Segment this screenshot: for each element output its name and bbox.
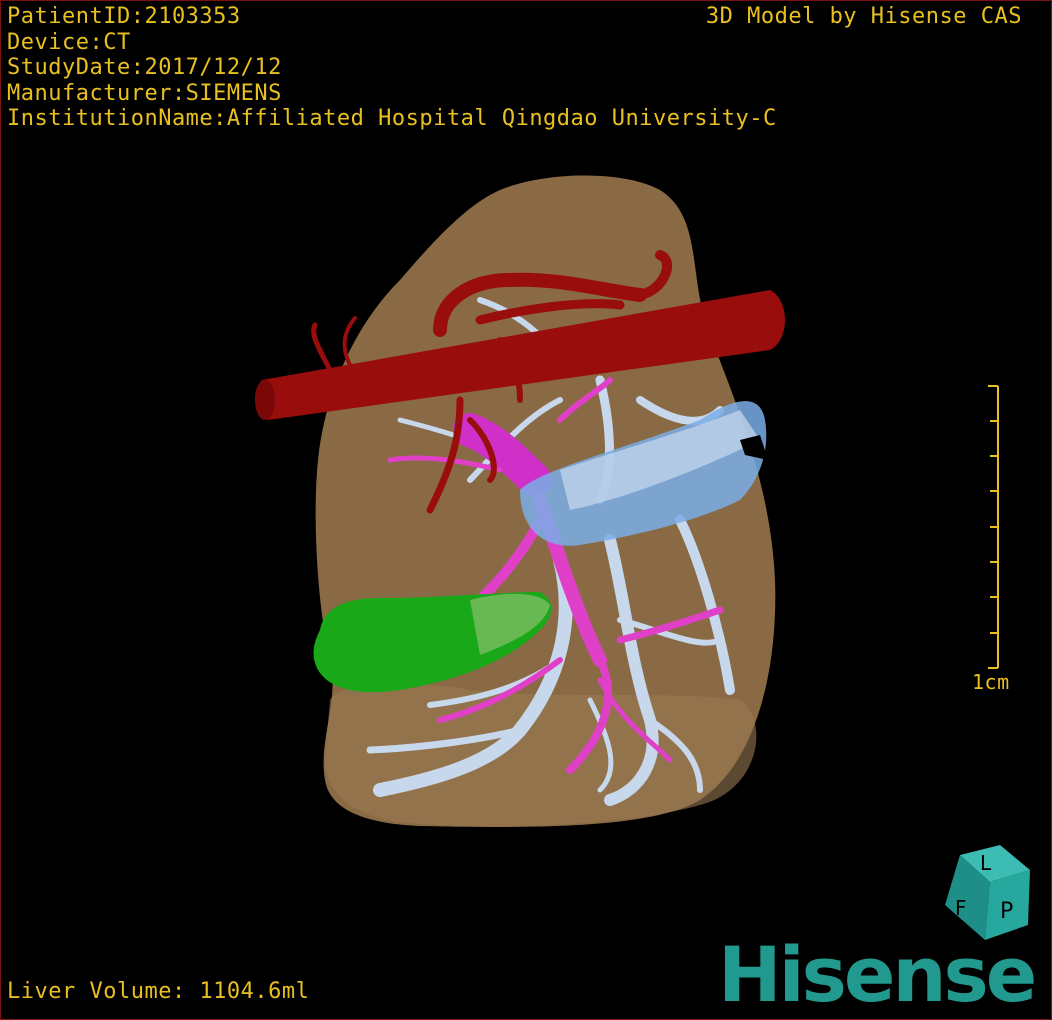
model-credit: 3D Model by Hisense CAS (705, 4, 1022, 29)
liver-volume: Liver Volume: 1104.6ml (7, 979, 310, 1004)
manufacturer: Manufacturer:SIEMENS (7, 80, 282, 106)
aorta-end-cap (255, 380, 275, 420)
hisense-logo: Hisense (718, 930, 1037, 1019)
cube-label-right: P (1000, 899, 1013, 924)
device: Device:CT (7, 29, 131, 55)
3d-liver-model-viewport[interactable]: L F P (0, 0, 1052, 1020)
scale-bar-label: 1cm (972, 670, 1010, 694)
cube-label-left: F (955, 896, 967, 920)
orientation-cube[interactable]: L F P (945, 845, 1030, 940)
study-date: StudyDate:2017/12/12 (7, 55, 282, 80)
scale-bar (988, 385, 999, 669)
institution-name: InstitutionName:Affiliated Hospital Qing… (7, 106, 777, 131)
cube-label-top: L (980, 851, 992, 875)
dicom-info-overlay: PatientID:2103353 Device:CT StudyDate:20… (7, 4, 777, 132)
patient-id: PatientID:2103353 (7, 4, 241, 29)
